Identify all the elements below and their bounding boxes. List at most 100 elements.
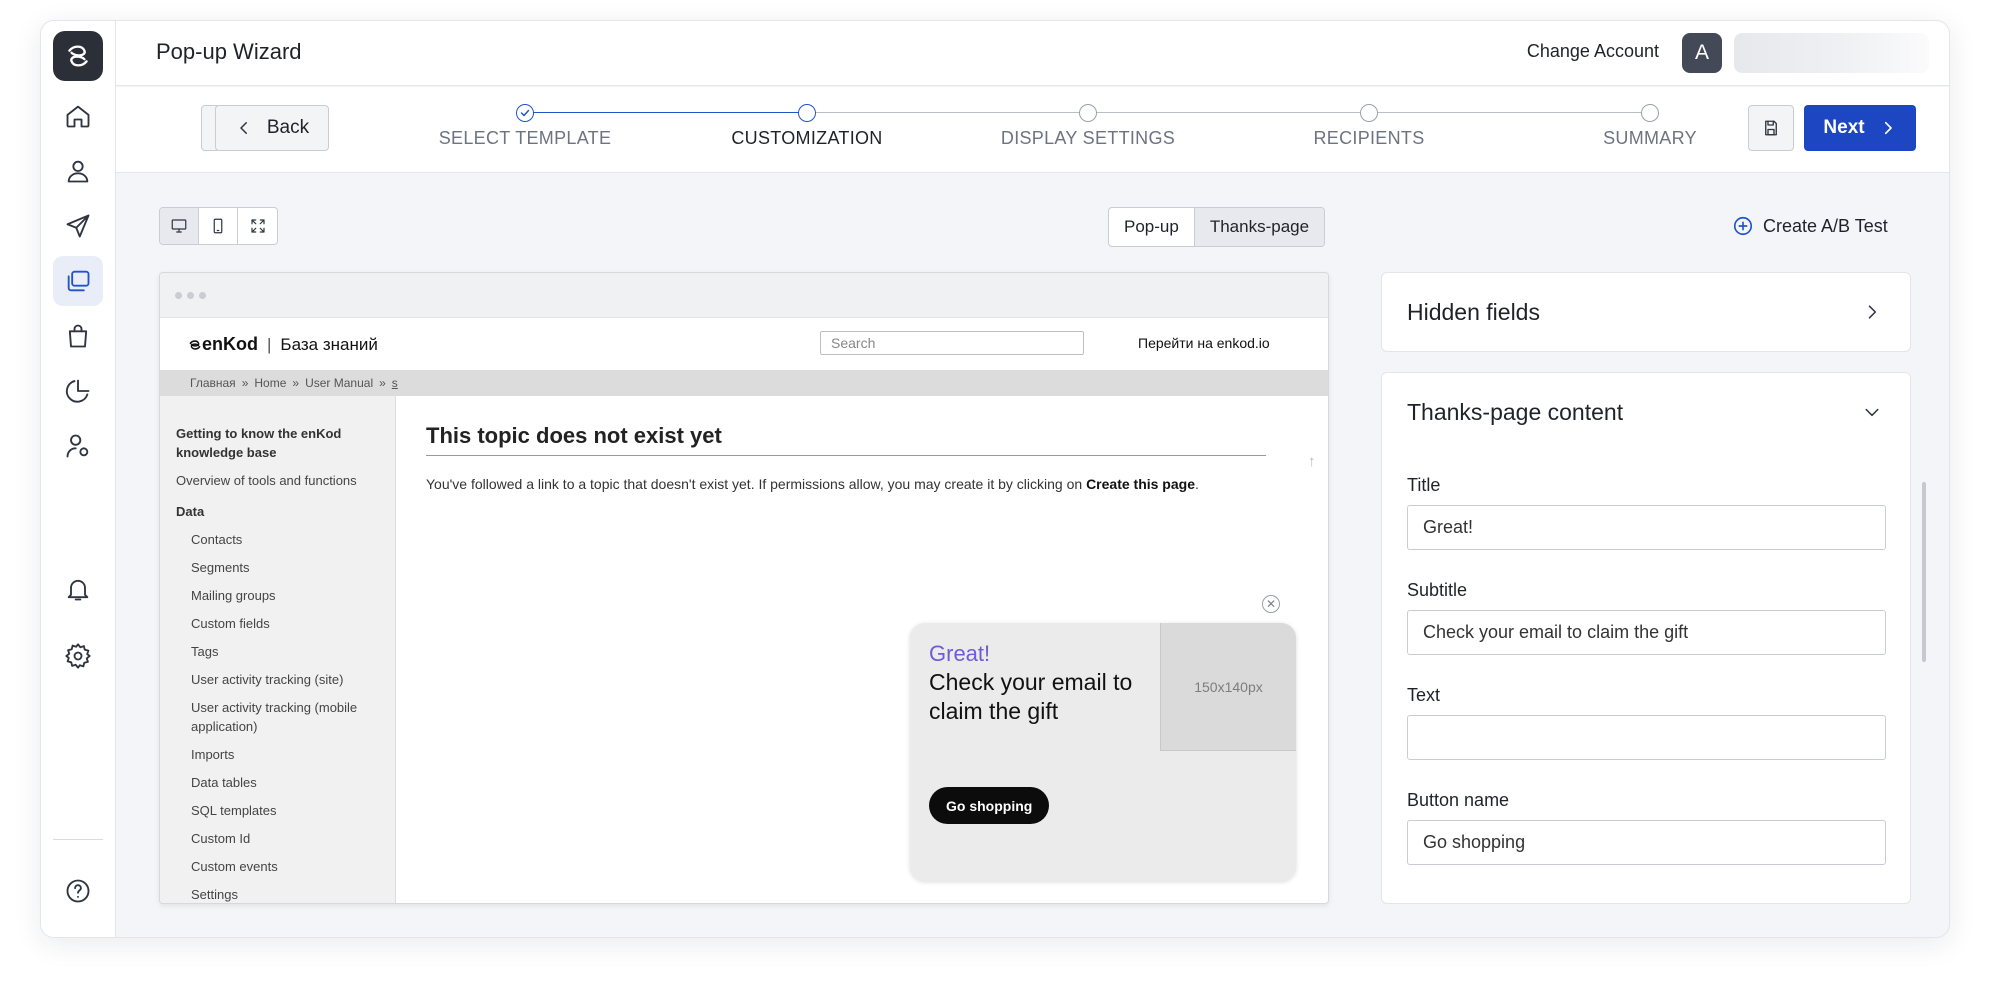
button-name-field-label: Button name <box>1407 790 1510 810</box>
sidebar-item: Overview of tools and functions <box>176 473 357 488</box>
sidebar-item: SQL templates <box>191 803 277 818</box>
chevron-down-icon[interactable] <box>1862 402 1882 427</box>
tab-popup[interactable]: Pop-up <box>1109 208 1195 246</box>
create-ab-test-button[interactable]: Create A/B Test <box>1732 215 1888 237</box>
back-button-label: Back <box>266 117 310 138</box>
help-icon[interactable] <box>53 866 103 916</box>
step-label: SUMMARY <box>1603 128 1697 148</box>
site-goto-link: Перейти на enkod.io <box>1138 335 1270 351</box>
button-name-field[interactable] <box>1407 820 1886 865</box>
sidebar-item: Tags <box>191 644 219 659</box>
site-heading: This topic does not exist yet <box>426 423 1266 456</box>
tab-thanks-page[interactable]: Thanks-page <box>1194 208 1325 246</box>
gear-icon[interactable] <box>53 631 103 681</box>
popup-subtitle: Check your email to claim the gift <box>929 669 1133 724</box>
nav-divider <box>53 839 103 840</box>
fullscreen-icon <box>250 219 265 233</box>
home-icon[interactable] <box>53 91 103 141</box>
title-field[interactable] <box>1407 505 1886 550</box>
chevron-right-icon <box>1862 302 1882 327</box>
ab-test-label: Create A/B Test <box>1763 215 1888 236</box>
bell-icon[interactable] <box>53 564 103 614</box>
title-field-label: Title <box>1407 475 1441 495</box>
step-select-template[interactable]: SELECT TEMPLATE <box>415 104 635 149</box>
subtitle-field-label: Subtitle <box>1407 580 1468 600</box>
sidebar-item: Segments <box>191 560 250 575</box>
step-customization[interactable]: CUSTOMIZATION <box>697 104 917 149</box>
popup-cta-button[interactable]: Go shopping <box>929 787 1050 824</box>
sidebar-item: Data <box>176 504 205 519</box>
mobile-view-button[interactable] <box>199 208 238 244</box>
desktop-view-button[interactable] <box>160 208 199 244</box>
step-label: DISPLAY SETTINGS <box>1000 128 1176 148</box>
popup-preview: enKod | База знаний Search Перейти на en… <box>159 272 1329 904</box>
site-header: enKod | База знаний Search Перейти на en… <box>160 318 1328 370</box>
step-dot <box>798 104 816 122</box>
user-settings-icon[interactable] <box>53 421 103 471</box>
popup-thanks-toggle: Pop-up Thanks-page <box>1108 207 1326 247</box>
plus-circle-icon <box>1733 216 1753 236</box>
site-logo: enKod | База знаний <box>188 334 378 355</box>
subtitle-field[interactable] <box>1407 610 1886 655</box>
popup-close-icon[interactable]: ✕ <box>1262 595 1280 613</box>
step-check-icon <box>516 104 534 122</box>
fullscreen-button[interactable] <box>238 208 277 244</box>
popups-icon[interactable] <box>53 256 103 306</box>
save-button[interactable] <box>1748 105 1794 151</box>
sidebar-item: Data tables <box>191 775 257 790</box>
step-label: CUSTOMIZATION <box>731 128 883 148</box>
page-title: Pop-up Wizard <box>156 39 302 64</box>
window-dot <box>199 292 206 299</box>
analytics-icon[interactable] <box>53 366 103 416</box>
avatar[interactable]: A <box>1682 33 1722 73</box>
panel-title: Hidden fields <box>1407 299 1540 325</box>
text-field-label: Text <box>1407 685 1441 705</box>
enkod-logo[interactable] <box>53 31 103 81</box>
step-summary[interactable]: SUMMARY <box>1540 104 1760 149</box>
panel-title: Thanks-page content <box>1407 399 1624 425</box>
mobile-icon <box>213 218 223 234</box>
enkod-mark-icon <box>189 339 201 350</box>
window-dot <box>175 292 182 299</box>
send-icon[interactable] <box>53 201 103 251</box>
site-paragraph: You've followed a link to a topic that d… <box>426 476 1199 492</box>
sidebar-item: Custom Id <box>191 831 251 846</box>
change-account-link[interactable]: Change Account <box>1527 41 1659 62</box>
contacts-icon[interactable] <box>53 146 103 196</box>
popup-title: Great! <box>929 641 991 666</box>
next-button[interactable]: Next <box>1804 105 1916 151</box>
site-content: This topic does not exist yet You've fol… <box>426 423 1266 492</box>
step-label: RECIPIENTS <box>1313 128 1425 148</box>
site-brand: enKod <box>202 334 258 354</box>
next-button-label: Next <box>1823 117 1865 138</box>
stepper-connector <box>807 112 1658 113</box>
site-section: База знаний <box>280 334 378 354</box>
shop-icon[interactable] <box>53 311 103 361</box>
desktop-icon <box>171 219 187 233</box>
sidebar-item: Settings <box>191 887 238 902</box>
step-dot <box>1641 104 1659 122</box>
account-name-redacted <box>1734 33 1929 73</box>
thanks-popup: 150x140px Great! Check your email to cla… <box>910 623 1296 881</box>
chevron-left-icon <box>240 122 247 134</box>
hidden-fields-panel[interactable]: Hidden fields <box>1381 272 1911 352</box>
top-header: Pop-up Wizard Change Account A <box>116 21 1949 86</box>
sidebar-item: Mailing groups <box>191 588 276 603</box>
step-dot <box>1360 104 1378 122</box>
step-display-settings[interactable]: DISPLAY SETTINGS <box>978 104 1198 149</box>
window-dot <box>187 292 194 299</box>
browser-chrome <box>160 273 1328 318</box>
site-breadcrumb: Главная» Home» User Manual» s <box>160 370 1328 396</box>
wizard-bar: Back SELECT TEMPLATE CUSTOMIZATION DISPL… <box>116 87 1949 173</box>
device-view-toggle <box>159 207 278 245</box>
site-sidebar: Getting to know the enKod knowledge base… <box>160 396 396 903</box>
text-field[interactable] <box>1407 715 1886 760</box>
save-icon <box>1765 120 1777 136</box>
scroll-up-icon: ↑ <box>1308 453 1316 470</box>
step-recipients[interactable]: RECIPIENTS <box>1259 104 1479 149</box>
back-button[interactable]: Back <box>215 105 329 151</box>
thanks-content-panel: Thanks-page content Title Subtitle Text … <box>1381 372 1911 904</box>
popup-image-placeholder: 150x140px <box>1160 623 1296 751</box>
sidebar-item: Custom fields <box>191 616 270 631</box>
panel-scrollbar[interactable] <box>1922 482 1926 662</box>
